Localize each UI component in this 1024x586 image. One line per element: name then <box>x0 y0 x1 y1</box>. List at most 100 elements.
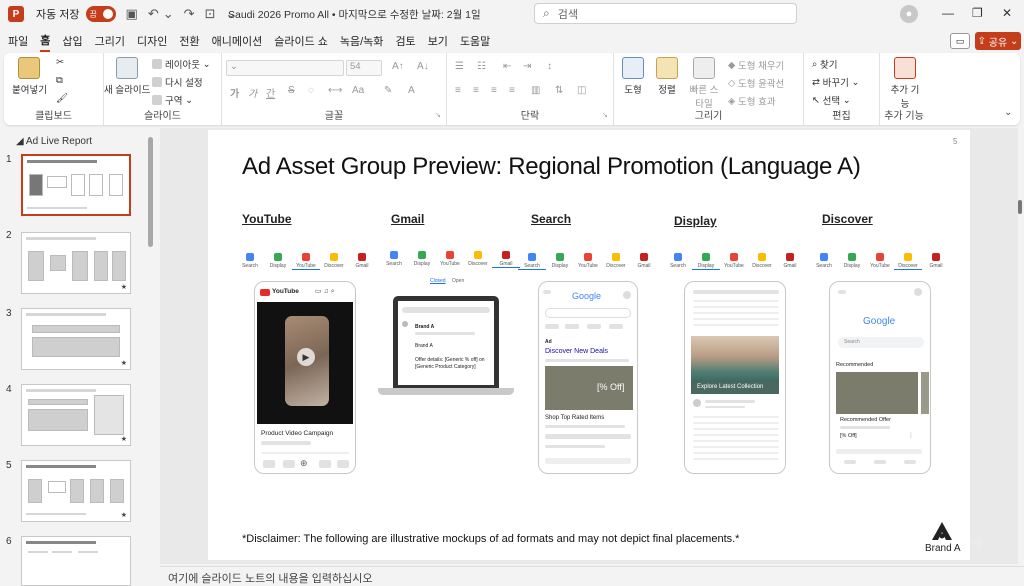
new-slide-button[interactable]: 새 슬라이드 <box>104 57 150 96</box>
slide-thumbnail-1[interactable] <box>21 154 131 216</box>
align-left-icon[interactable]: ≡ <box>455 85 461 96</box>
find-button[interactable]: ⌕ 찾기 <box>812 57 837 72</box>
highlight-icon[interactable]: ✎ <box>384 85 392 96</box>
text-direction-icon[interactable]: ⇅ <box>555 85 563 96</box>
minimize-icon[interactable]: — <box>942 6 954 20</box>
slide-thumbnail-5[interactable]: ★ <box>21 460 131 522</box>
slide-thumbnail-4[interactable]: ★ <box>21 384 131 446</box>
slide-thumbnail-6[interactable] <box>21 536 131 586</box>
tab-review[interactable]: 검토 <box>395 30 415 52</box>
undo-dropdown-icon[interactable]: ⌄ <box>163 6 174 22</box>
increase-indent-icon[interactable]: ⇥ <box>523 61 531 72</box>
share-button[interactable]: ⇪ 공유 ⌄ <box>975 32 1021 50</box>
youtube-brand: YouTube <box>272 288 299 295</box>
tab-insert[interactable]: 삽입 <box>62 30 82 52</box>
slide-number: 5 <box>6 460 12 471</box>
copy-icon[interactable]: ⧉ <box>56 75 63 86</box>
addins-button-label: 추가 기능 <box>890 85 920 110</box>
align-center-icon[interactable]: ≡ <box>473 85 479 96</box>
save-icon[interactable]: ▣ <box>126 6 138 22</box>
underline-button[interactable]: 간 <box>266 85 275 100</box>
section-button[interactable]: 구역 ⌄ <box>152 93 193 107</box>
font-name-box[interactable]: ⌄ <box>226 60 344 76</box>
justify-icon[interactable]: ≡ <box>509 85 515 96</box>
tab-home[interactable]: 홈 <box>40 30 51 52</box>
restore-icon[interactable]: ❐ <box>972 6 983 20</box>
close-icon[interactable]: ✕ <box>1002 6 1012 20</box>
chip-gmail: Gmail <box>630 253 658 270</box>
discover-search-hint: Search <box>844 339 860 345</box>
tab-slideshow[interactable]: 슬라이드 쇼 <box>274 30 328 52</box>
document-title[interactable]: Saudi 2026 Promo All • 마지막으로 수정한 날짜: 2월 … <box>228 7 481 22</box>
tab-transitions[interactable]: 전환 <box>179 30 199 52</box>
clear-format-icon[interactable]: ◌ <box>308 85 314 96</box>
slide-thumbnail-2[interactable]: ★ <box>21 232 131 294</box>
align-right-icon[interactable]: ≡ <box>491 85 497 96</box>
italic-button[interactable]: 가 <box>248 85 257 100</box>
present-icon[interactable]: ⊡ <box>205 6 216 22</box>
shrink-font-icon[interactable]: A↓ <box>417 61 429 72</box>
bullets-icon[interactable]: ☰ <box>455 61 464 72</box>
decrease-indent-icon[interactable]: ⇤ <box>503 61 511 72</box>
account-avatar[interactable]: ● <box>900 5 918 23</box>
quick-styles-button[interactable]: 빠른 스타일 <box>686 57 722 110</box>
undo-icon[interactable]: ↶ <box>148 6 159 22</box>
replace-button[interactable]: ⇄ 바꾸기 ⌄ <box>812 75 859 90</box>
strikethrough-button[interactable]: S <box>288 85 295 96</box>
tab-file[interactable]: 파일 <box>8 30 28 52</box>
cut-icon[interactable]: ✂ <box>56 57 64 68</box>
reset-button[interactable]: 다시 설정 <box>152 75 203 89</box>
section-header[interactable]: ◢ Ad Live Report <box>16 136 92 147</box>
addins-button[interactable]: 추가 기능 <box>890 57 920 110</box>
line-spacing-icon[interactable]: ↕ <box>547 61 552 72</box>
shape-fill-button[interactable]: ◆ 도형 채우기 <box>728 58 784 73</box>
shapes-button[interactable]: 도형 <box>622 57 644 96</box>
columns-icon[interactable]: ▥ <box>531 85 540 96</box>
search-input[interactable]: ⌕ 검색 <box>534 3 797 24</box>
slide-disclaimer: *Disclaimer: The following are illustrat… <box>242 533 740 545</box>
replace-icon: ⇄ <box>812 76 823 88</box>
autosave-toggle[interactable]: 끔 <box>85 6 116 22</box>
redo-icon[interactable]: ↷ <box>184 6 195 22</box>
shape-effects-button[interactable]: ◈ 도형 효과 <box>728 94 776 109</box>
collapse-ribbon-icon[interactable]: ⌄ <box>1004 107 1012 118</box>
numbering-icon[interactable]: ☷ <box>477 61 486 72</box>
tab-animations[interactable]: 애니메이션 <box>212 30 263 52</box>
format-chip-row-youtube: Search Display YouTube Discover Gmail <box>236 253 376 270</box>
char-spacing-icon[interactable]: ⟷ <box>328 85 342 96</box>
tab-view[interactable]: 보기 <box>428 30 448 52</box>
slides-label: 슬라이드 <box>144 111 181 122</box>
grow-font-icon[interactable]: A↑ <box>392 61 404 72</box>
arrange-button[interactable]: 정렬 <box>656 57 678 96</box>
font-color-icon[interactable]: A <box>408 85 415 96</box>
format-painter-icon[interactable]: 🖌 <box>56 93 68 104</box>
tab-record[interactable]: 녹음/녹화 <box>340 30 384 52</box>
editing-group: ⌕ 찾기 ⇄ 바꾸기 ⌄ ↖ 선택 ⌄ 편집 <box>804 53 880 125</box>
tab-design[interactable]: 디자인 <box>137 30 167 52</box>
select-button[interactable]: ↖ 선택 ⌄ <box>812 93 851 108</box>
font-size-value: 54 <box>350 61 361 72</box>
chip-discover: Discover <box>894 253 922 270</box>
gmail-tab-open: Open <box>452 278 465 284</box>
shape-outline-button[interactable]: ◇ 도형 윤곽선 <box>728 76 784 91</box>
layout-button[interactable]: 레이아웃 ⌄ <box>152 57 211 71</box>
font-label: 글꼴 <box>324 111 344 122</box>
case-icon[interactable]: Aa <box>352 85 364 96</box>
bold-button[interactable]: 가 <box>230 85 239 100</box>
paste-button[interactable]: 붙여넣기 <box>12 57 47 96</box>
tab-draw[interactable]: 그리기 <box>95 30 125 52</box>
tab-help[interactable]: 도움말 <box>460 30 490 52</box>
comments-button[interactable]: ▭ <box>950 33 970 49</box>
slide-title[interactable]: Ad Asset Group Preview: Regional Promoti… <box>242 153 861 181</box>
chip-search: Search <box>810 253 838 270</box>
chip-youtube: YouTube <box>436 251 464 268</box>
layout-label: 레이아웃 <box>165 60 200 71</box>
menu-bar: 파일 홈 삽입 그리기 디자인 전환 애니메이션 슬라이드 쇼 녹음/녹화 검토… <box>0 30 1024 52</box>
slide-thumbnail-3[interactable]: ★ <box>21 308 131 370</box>
font-size-box[interactable]: 54 <box>346 60 382 76</box>
notes-pane[interactable]: 여기에 슬라이드 노트의 내용을 입력하십시오 <box>160 566 1024 586</box>
editor-scrollbar[interactable] <box>1018 200 1022 214</box>
youtube-logo-icon <box>260 289 270 296</box>
smartart-icon[interactable]: ◫ <box>577 85 586 96</box>
slides-panel-scrollbar[interactable] <box>148 137 153 247</box>
